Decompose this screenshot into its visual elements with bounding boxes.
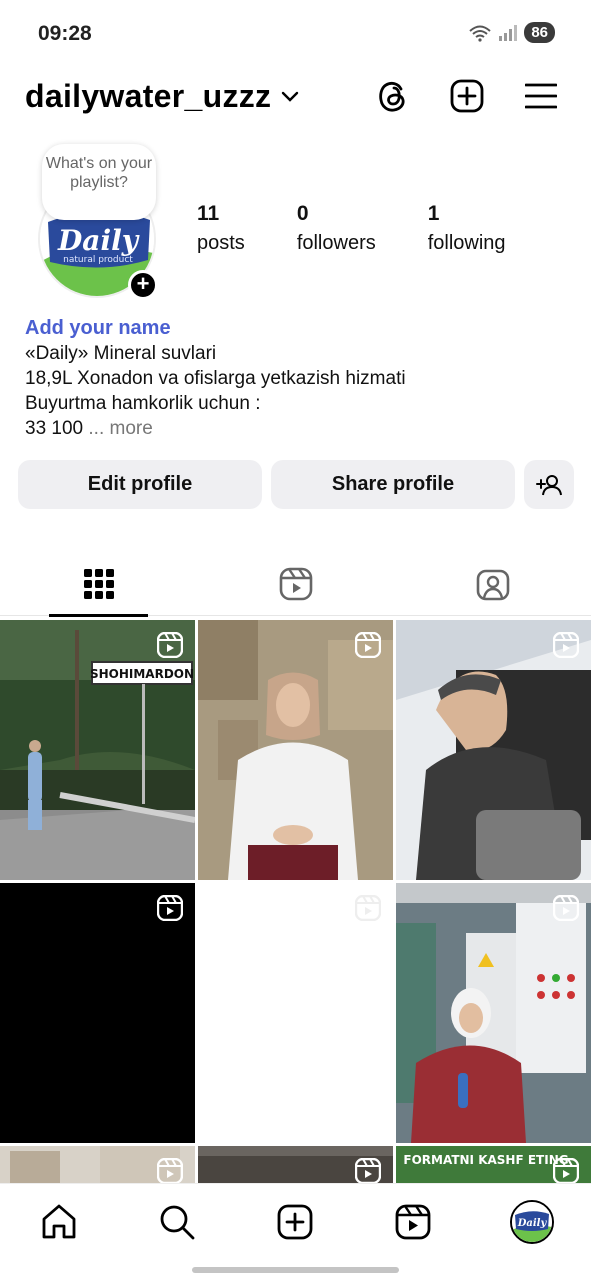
grid-post-1[interactable]: SHOHIMARDON xyxy=(0,620,195,880)
bio-line-last: 33 100 ... more xyxy=(25,416,565,441)
share-profile-button[interactable]: Share profile xyxy=(271,460,515,509)
logo-text-small: Daily xyxy=(517,1218,548,1229)
reels-icon xyxy=(395,1204,431,1240)
edit-profile-button[interactable]: Edit profile xyxy=(18,460,262,509)
sign-text: SHOHIMARDON xyxy=(90,667,194,681)
wifi-icon xyxy=(469,25,491,42)
reel-badge-icon xyxy=(157,1158,183,1184)
stat-label: following xyxy=(427,232,506,254)
banner-text: FORMATNI KASHF ETING xyxy=(403,1153,568,1167)
reel-badge-icon xyxy=(355,895,381,921)
add-name-link[interactable]: Add your name xyxy=(25,316,565,341)
grid-post-5[interactable] xyxy=(198,883,393,1143)
tab-reels[interactable] xyxy=(197,552,394,616)
bio-line: Buyurtma hamkorlik uchun : xyxy=(25,393,261,414)
logo-subtext: natural product xyxy=(63,255,133,265)
bio: Add your name «Daily» Mineral suvlari 18… xyxy=(25,316,565,441)
account-switcher[interactable]: dailywater_uzzz xyxy=(25,78,299,115)
reel-badge-icon xyxy=(553,632,579,658)
grid-post-3[interactable] xyxy=(396,620,591,880)
threads-button[interactable] xyxy=(375,78,411,114)
post-thumbnail xyxy=(396,883,591,1143)
stat-number: 0 xyxy=(296,202,309,225)
discover-people-button[interactable] xyxy=(524,460,574,509)
search-icon xyxy=(160,1205,195,1240)
grid-post-2[interactable] xyxy=(198,620,393,880)
grid-post-9[interactable]: FORMATNI KASHF ETING xyxy=(396,1146,591,1186)
add-story-button[interactable]: + xyxy=(128,270,158,300)
menu-button[interactable] xyxy=(523,78,559,114)
reel-badge-icon xyxy=(157,895,183,921)
stat-label: posts xyxy=(197,232,245,254)
home-indicator[interactable] xyxy=(192,1267,399,1273)
post-thumbnail xyxy=(396,620,591,880)
plus-square-icon xyxy=(450,79,484,113)
signal-icon xyxy=(499,24,518,41)
bio-line: «Daily» Mineral suvlari xyxy=(25,343,217,364)
bottom-nav: Daily xyxy=(0,1183,591,1280)
post-thumbnail xyxy=(198,620,393,880)
grid-post-4[interactable] xyxy=(0,883,195,1143)
battery-level: 86 xyxy=(524,22,555,43)
profile-actions: Edit profile Share profile xyxy=(18,460,574,509)
nav-profile[interactable]: Daily xyxy=(508,1198,556,1246)
grid-post-7[interactable] xyxy=(0,1146,195,1186)
grid-icon xyxy=(83,569,114,599)
reel-badge-icon xyxy=(553,1158,579,1184)
status-icons: 86 xyxy=(468,22,555,43)
add-person-icon xyxy=(536,474,562,495)
nav-create[interactable] xyxy=(275,1202,315,1242)
stat-following[interactable]: 1 following xyxy=(428,202,506,255)
profile-stats: 11 posts 0 followers 1 following xyxy=(197,202,558,255)
chevron-down-icon xyxy=(282,91,299,102)
stat-followers[interactable]: 0 followers xyxy=(297,202,376,255)
reel-badge-icon xyxy=(157,632,183,658)
post-thumbnail: SHOHIMARDON xyxy=(0,620,195,880)
bio-phone: 33 100 xyxy=(25,418,84,439)
stat-number: 1 xyxy=(427,202,440,225)
username: dailywater_uzzz xyxy=(25,78,272,114)
plus-square-icon xyxy=(277,1204,313,1240)
grid-post-6[interactable] xyxy=(396,883,591,1143)
reel-badge-icon xyxy=(355,632,381,658)
profile-header: dailywater_uzzz xyxy=(0,74,591,120)
tab-tagged[interactable] xyxy=(394,552,591,616)
reel-badge-icon xyxy=(355,1158,381,1184)
stat-label: followers xyxy=(296,232,376,254)
nav-search[interactable] xyxy=(157,1202,197,1242)
stat-posts[interactable]: 11 posts xyxy=(197,202,245,255)
tab-posts-grid[interactable] xyxy=(0,552,197,617)
grid-post-8[interactable] xyxy=(198,1146,393,1186)
note-bubble[interactable]: What's on your playlist? xyxy=(42,144,156,220)
reels-icon xyxy=(279,567,312,601)
active-tab-indicator xyxy=(49,614,148,617)
threads-icon xyxy=(379,81,405,112)
nav-home[interactable] xyxy=(39,1202,79,1242)
nav-reels[interactable] xyxy=(393,1202,433,1242)
reel-badge-icon xyxy=(553,895,579,921)
hamburger-icon xyxy=(525,83,557,109)
status-bar: 09:28 86 xyxy=(0,0,591,64)
bio-line: 18,9L Xonadon va ofislarga yetkazish hiz… xyxy=(25,368,406,389)
profile-avatar-icon: Daily xyxy=(510,1200,554,1244)
create-button[interactable] xyxy=(449,78,485,114)
stat-number: 11 xyxy=(197,202,220,225)
tagged-icon xyxy=(476,569,509,601)
home-icon xyxy=(42,1204,76,1239)
profile-section: Daily natural product + What's on your p… xyxy=(0,140,591,310)
more-link[interactable]: ... more xyxy=(88,418,152,439)
daily-logo-small: Daily xyxy=(512,1202,552,1242)
logo-text: Daily xyxy=(57,224,140,257)
status-time: 09:28 xyxy=(38,22,92,45)
content-tabs xyxy=(0,552,591,617)
